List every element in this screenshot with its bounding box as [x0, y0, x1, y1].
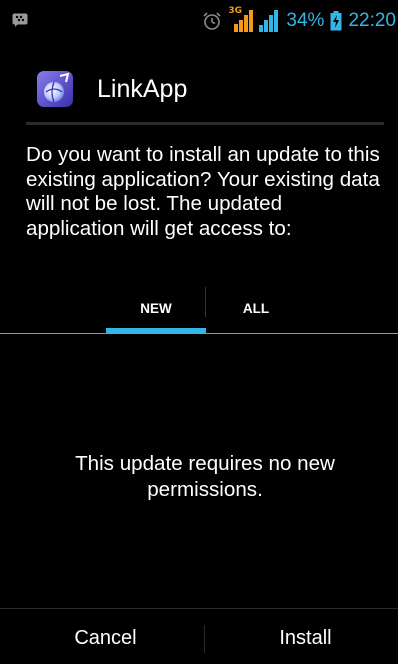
signal-icon [259, 10, 279, 32]
button-separator [204, 625, 205, 653]
clock-time: 22:20 [348, 10, 396, 31]
bbm-notification-icon [12, 13, 28, 27]
tab-underline [0, 333, 398, 334]
permission-tabs: NEW ALL [0, 287, 398, 335]
app-title: LinkApp [97, 75, 188, 103]
linkapp-icon [37, 71, 73, 107]
status-icons: 3G 34% 22:20 [202, 6, 396, 34]
battery-charging-icon [330, 11, 342, 31]
install-message: Do you want to install an update to this… [26, 143, 380, 240]
status-bar: 3G 34% 22:20 [0, 0, 398, 40]
install-button[interactable]: Install [206, 612, 398, 664]
cancel-button[interactable]: Cancel [6, 612, 205, 664]
signal-3g-icon: 3G [228, 6, 254, 32]
no-new-permissions-message: This update requires no new permissions. [75, 452, 335, 501]
tab-all[interactable]: ALL [206, 287, 306, 333]
alarm-clock-icon [203, 12, 221, 30]
tab-new[interactable]: NEW [106, 287, 206, 333]
button-bar-divider [0, 608, 398, 609]
header-divider [26, 122, 384, 125]
battery-percent: 34% [286, 10, 325, 31]
app-header: LinkApp [0, 60, 398, 120]
